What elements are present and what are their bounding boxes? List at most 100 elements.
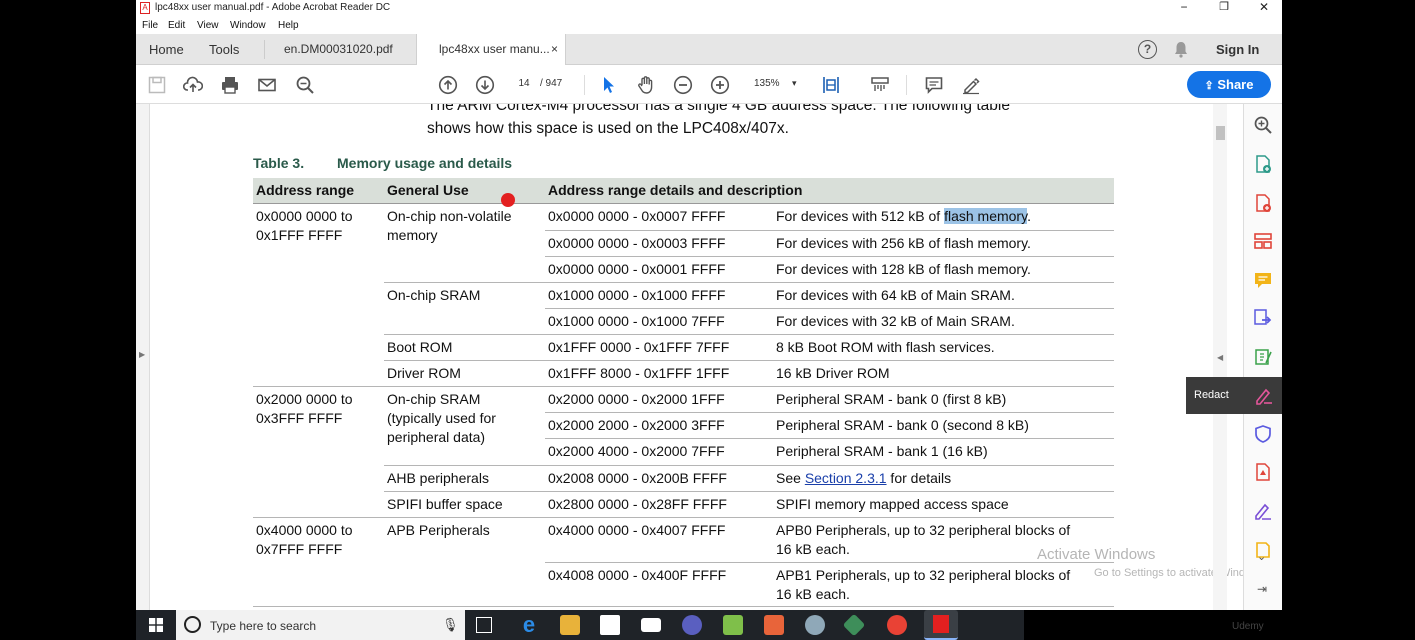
tab-bar: Home Tools en.DM00031020.pdf lpc48xx use… bbox=[136, 34, 1282, 65]
acrobat-taskbar-button[interactable] bbox=[924, 610, 958, 640]
create-pdf-icon[interactable] bbox=[1253, 193, 1273, 213]
microphone-icon[interactable]: 🎙 bbox=[442, 617, 459, 633]
row-divider bbox=[253, 517, 1114, 518]
select-cursor-icon[interactable] bbox=[598, 74, 620, 96]
menu-view[interactable]: View bbox=[197, 20, 219, 31]
zoom-search-icon[interactable] bbox=[1253, 115, 1273, 135]
dev-tool-icon[interactable] bbox=[842, 613, 866, 637]
windows-logo-icon bbox=[149, 618, 163, 632]
export-pdf-icon[interactable] bbox=[1253, 154, 1273, 174]
detail-address: 0x2008 0000 - 0x200B FFFF bbox=[548, 470, 727, 486]
minimize-button[interactable]: − bbox=[1169, 0, 1199, 17]
section-link[interactable]: Section 2.3.1 bbox=[805, 470, 887, 486]
redact-tooltip[interactable]: Redact bbox=[1186, 377, 1282, 414]
page-total: / 947 bbox=[540, 78, 563, 89]
next-page-icon[interactable] bbox=[474, 74, 496, 96]
activate-windows-watermark: Activate Windows bbox=[1037, 546, 1156, 563]
toolbar-divider bbox=[584, 75, 585, 95]
menu-window[interactable]: Window bbox=[230, 20, 266, 31]
address-range-line: 0x2000 0000 to bbox=[256, 391, 353, 407]
selected-text-highlight[interactable]: flash memory bbox=[944, 208, 1028, 224]
windows-taskbar: Type here to search 🎙 e bbox=[136, 610, 1024, 640]
help-icon[interactable]: ? bbox=[1138, 40, 1157, 59]
task-view-icon[interactable] bbox=[476, 617, 492, 633]
page-fit-icon[interactable] bbox=[820, 74, 842, 96]
vertical-scrollbar[interactable]: ◀ bbox=[1213, 104, 1227, 610]
mail-icon[interactable] bbox=[641, 618, 661, 632]
edge-browser-icon[interactable]: e bbox=[519, 614, 539, 636]
detail-address: 0x0000 0000 - 0x0007 FFFF bbox=[548, 208, 726, 224]
tab-tools[interactable]: Tools bbox=[209, 34, 239, 65]
zoom-out-icon[interactable] bbox=[672, 74, 694, 96]
tab-document-1[interactable]: en.DM00031020.pdf bbox=[264, 34, 412, 65]
left-panel-toggle[interactable]: ▶ bbox=[136, 104, 150, 610]
hand-tool-icon[interactable] bbox=[635, 74, 657, 96]
general-use-cell: On-chip SRAM (typically used for periphe… bbox=[387, 390, 496, 447]
upload-cloud-icon[interactable] bbox=[182, 74, 204, 96]
protect-shield-icon[interactable] bbox=[1253, 424, 1273, 444]
header-general-use: General Use bbox=[387, 182, 469, 198]
close-window-button[interactable]: ✕ bbox=[1249, 0, 1279, 17]
organize-pages-icon[interactable] bbox=[1253, 231, 1273, 251]
zoom-level-dropdown[interactable]: 135% ▾ bbox=[746, 75, 806, 93]
collapse-right-panel-icon[interactable]: ◀ bbox=[1217, 353, 1223, 362]
comment-icon[interactable] bbox=[923, 74, 945, 96]
general-use-line: (typically used for bbox=[387, 410, 496, 426]
maximize-button[interactable]: ❐ bbox=[1209, 0, 1239, 17]
tab-document-2[interactable]: lpc48xx user manu... × bbox=[416, 34, 566, 65]
notification-bell-icon[interactable] bbox=[1174, 41, 1188, 61]
zoom-in-icon[interactable] bbox=[709, 74, 731, 96]
address-range-line: 0x3FFF FFFF bbox=[256, 410, 343, 426]
taskbar-search-placeholder: Type here to search bbox=[210, 619, 317, 633]
share-button[interactable]: ⇪ Share bbox=[1187, 71, 1271, 98]
tab-home[interactable]: Home bbox=[149, 34, 184, 65]
start-button[interactable] bbox=[136, 610, 176, 640]
collapse-panel-icon[interactable]: ⇥ bbox=[1257, 582, 1267, 596]
toolbar: 14 / 947 135% ▾ bbox=[136, 65, 1282, 104]
row-divider bbox=[384, 360, 1114, 361]
save-icon[interactable] bbox=[146, 74, 168, 96]
expand-left-panel-icon[interactable]: ▶ bbox=[139, 350, 145, 359]
toolbar-divider bbox=[906, 75, 907, 95]
presentation-app-icon[interactable] bbox=[764, 615, 784, 635]
menu-file[interactable]: File bbox=[142, 20, 158, 31]
sign-in-link[interactable]: Sign In bbox=[1216, 34, 1259, 65]
comment-tool-icon[interactable] bbox=[1253, 270, 1273, 290]
tool-app-icon[interactable] bbox=[805, 615, 825, 635]
row-divider bbox=[384, 282, 1114, 283]
menu-edit[interactable]: Edit bbox=[168, 20, 185, 31]
notepad-plus-icon[interactable] bbox=[723, 615, 743, 635]
chevron-down-icon[interactable]: ⌄ bbox=[1257, 550, 1266, 563]
title-bar: A lpc48xx user manual.pdf - Adobe Acroba… bbox=[136, 0, 1282, 17]
highlight-pen-icon[interactable] bbox=[960, 74, 982, 96]
description-text: . bbox=[1027, 208, 1031, 224]
menu-help[interactable]: Help bbox=[278, 20, 299, 31]
row-divider bbox=[545, 438, 1114, 439]
share-icon: ⇪ bbox=[1204, 80, 1214, 92]
email-icon[interactable] bbox=[256, 74, 278, 96]
tab-close-icon[interactable]: × bbox=[551, 34, 558, 65]
redact-label: Redact bbox=[1194, 389, 1229, 401]
previous-page-icon[interactable] bbox=[437, 74, 459, 96]
description-line: APB1 Peripherals, up to 32 peripheral bl… bbox=[776, 567, 1071, 583]
media-player-icon[interactable] bbox=[682, 615, 702, 635]
intro-paragraph-line-2: shows how this space is used on the LPC4… bbox=[427, 120, 789, 137]
page-number-input[interactable]: 14 bbox=[508, 75, 540, 93]
general-use-line: On-chip SRAM bbox=[387, 391, 481, 407]
file-explorer-icon[interactable] bbox=[560, 615, 580, 635]
chrome-icon[interactable] bbox=[887, 615, 907, 635]
taskbar-search-box[interactable]: Type here to search 🎙 bbox=[176, 610, 465, 640]
export-pdf-red-icon[interactable] bbox=[1253, 462, 1273, 482]
search-icon[interactable] bbox=[294, 74, 316, 96]
general-use-line: On-chip non-volatile bbox=[387, 208, 512, 224]
general-use-cell: SPIFI buffer space bbox=[387, 496, 503, 512]
row-divider bbox=[384, 491, 1114, 492]
general-use-cell: Driver ROM bbox=[387, 365, 461, 381]
send-for-signature-icon[interactable] bbox=[1253, 308, 1273, 328]
store-icon[interactable] bbox=[600, 615, 620, 635]
edit-pdf-icon[interactable] bbox=[1253, 347, 1273, 367]
fill-sign-icon[interactable] bbox=[1253, 501, 1273, 521]
scrollbar-thumb[interactable] bbox=[1216, 126, 1225, 140]
print-icon[interactable] bbox=[219, 74, 241, 96]
scrolling-mode-icon[interactable] bbox=[869, 74, 891, 96]
